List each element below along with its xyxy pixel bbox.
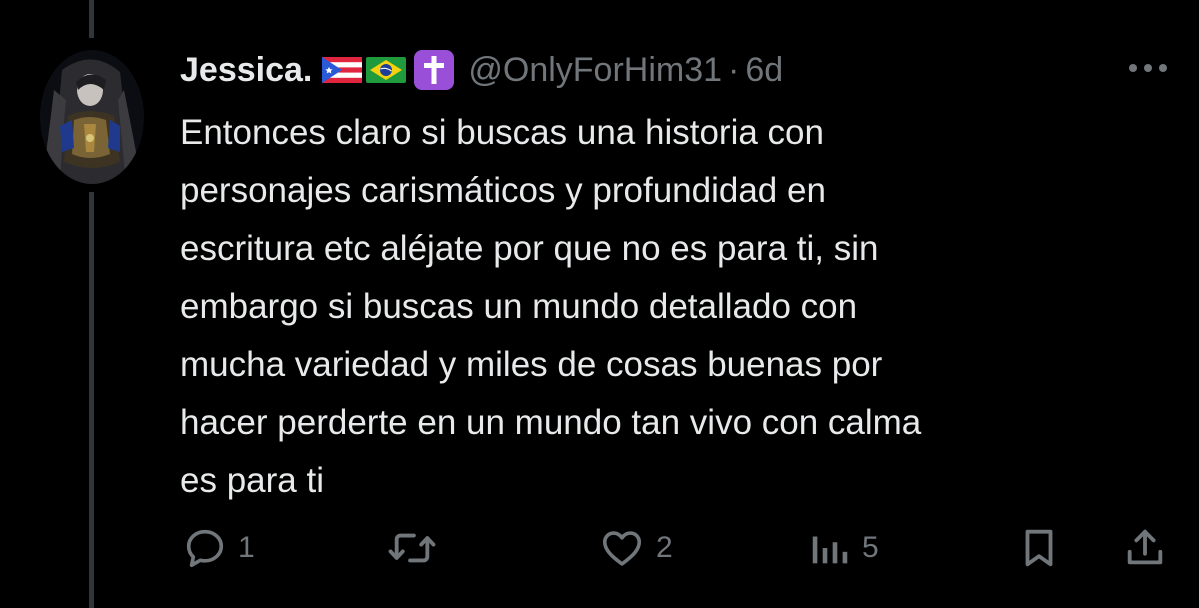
profile-badges [322, 50, 455, 90]
reply-button[interactable]: 1 [182, 520, 255, 576]
user-handle[interactable]: @OnlyForHim31 [468, 51, 722, 90]
more-options-icon[interactable] [1125, 58, 1171, 78]
views-count: 5 [862, 531, 879, 564]
tweet-text: Entonces claro si buscas una historia co… [180, 113, 922, 500]
separator-dot: · [728, 50, 740, 89]
retweet-button[interactable] [386, 520, 448, 576]
like-count: 2 [656, 531, 673, 564]
tweet-header: Jessica. @OnlyForHim31 · 6d [180, 44, 783, 96]
bookmark-button[interactable] [1016, 520, 1062, 576]
share-button[interactable] [1122, 520, 1168, 576]
tweet-actions: 1 2 5 [0, 520, 1199, 576]
analytics-bar-icon [812, 536, 848, 564]
latin-cross-icon [414, 50, 455, 90]
views-button[interactable]: 5 [808, 520, 879, 576]
brazil-flag-icon [366, 57, 407, 83]
retweet-icon [388, 533, 436, 563]
timestamp[interactable]: 6d [745, 51, 783, 90]
like-button[interactable]: 2 [598, 520, 673, 576]
avatar[interactable] [40, 50, 144, 184]
reply-count: 1 [238, 531, 255, 564]
puerto-rico-flag-icon [322, 57, 363, 83]
display-name[interactable]: Jessica. [180, 51, 312, 90]
share-icon [1127, 529, 1163, 565]
reply-icon [186, 529, 224, 568]
bookmark-icon [1025, 529, 1053, 567]
avatar-image [40, 50, 144, 184]
heart-icon [602, 531, 642, 566]
thread-line-top [89, 0, 94, 38]
